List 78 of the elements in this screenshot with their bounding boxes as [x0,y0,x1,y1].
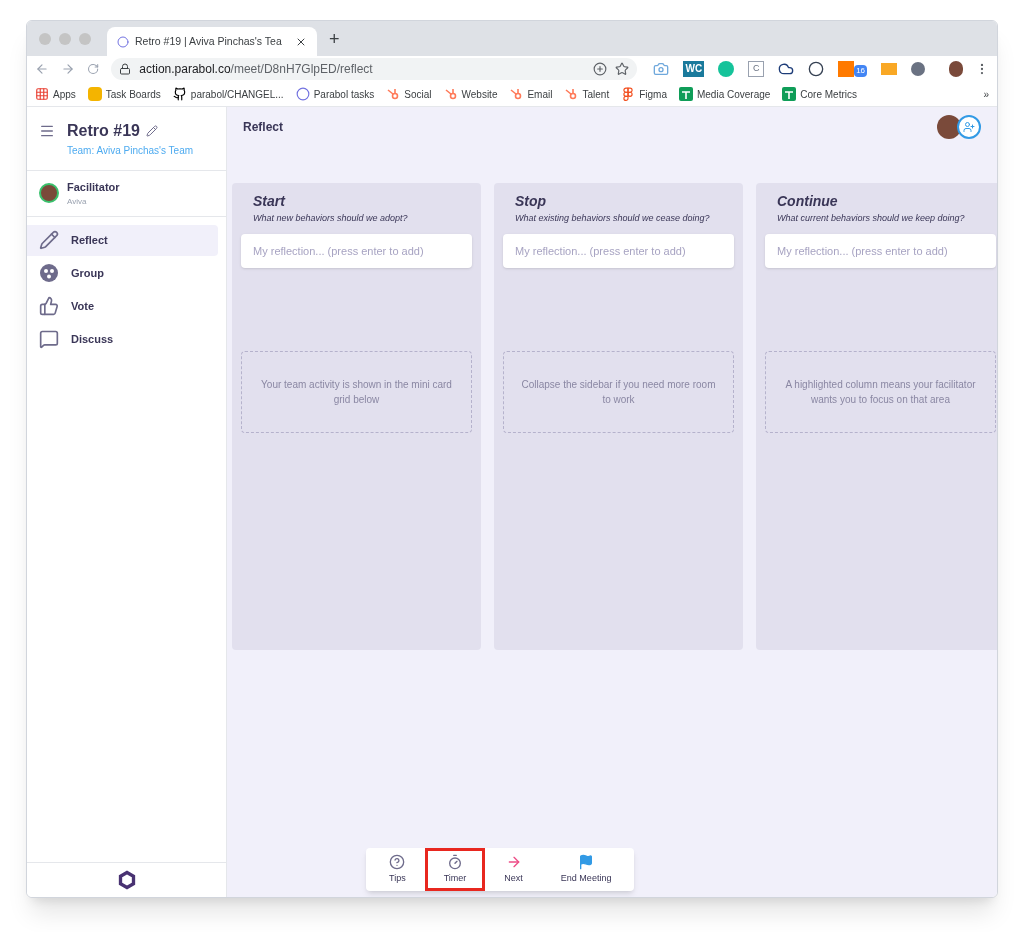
bookmark-link[interactable]: Parabol tasks [295,86,375,102]
bookmark-link[interactable]: Apps [35,86,76,102]
facilitator-name: Aviva [67,195,88,208]
url-text: action.parabol.co/meet/D8nH7GlpED/reflect [139,61,374,78]
tip-box: A highlighted column means your facilitator wants you to focus on that area [765,350,996,433]
extension-tile-icon[interactable] [838,61,855,77]
ring-logo-icon [117,35,129,48]
profile-avatar[interactable] [949,61,964,77]
ring-icon[interactable] [808,61,825,77]
figma-icon [621,87,636,101]
column-title: Start [253,192,287,211]
more-bookmarks[interactable]: » [983,86,989,102]
spreadsheet-icon [782,87,797,101]
column-prompt: What new behaviors should we adopt? [253,212,409,225]
new-tab-button[interactable]: + [329,29,340,48]
add-user-button[interactable] [957,115,981,139]
bookmark-link[interactable]: Media Coverage [678,86,771,102]
thumbs-icon [39,296,59,316]
toolbar-button[interactable]: Next [485,848,542,891]
calendar-extension[interactable]: C [748,61,765,77]
apps-grid-icon [35,87,49,101]
address-bar[interactable]: action.parabol.co/meet/D8nH7GlpED/reflect [111,58,638,80]
stopwatch-icon [447,853,463,870]
bookmark-link[interactable]: Core Metrics [782,86,857,102]
tip-box: Collapse the sidebar if you need more room to work [503,350,734,433]
ring-logo-icon [295,87,310,101]
nav-item[interactable]: Group [27,257,218,289]
tip-box: Your team activity is shown in the mini card grid below [241,350,472,433]
comment-icon [39,329,59,349]
bookmark-link[interactable]: Talent [564,86,610,102]
avatar [39,183,59,204]
column-prompt: What existing behaviors should we cease doing? [515,212,711,225]
meeting-title: Retro #19 [67,121,140,141]
raised-hands-icon [87,87,102,101]
browser-tab[interactable]: Retro #19 | Aviva Pinchas's Tea [107,27,317,56]
flag-icon [578,853,595,870]
logo-icon [116,870,137,890]
column-title: Continue [777,192,839,211]
help-icon [389,853,406,870]
extension-tile[interactable]: WC [683,61,705,77]
bookmark-link[interactable]: Figma [621,86,667,102]
cloud-icon[interactable] [778,61,795,77]
tab-title: Retro #19 | Aviva Pinchas's Tea [135,33,283,49]
pencil-icon[interactable] [145,125,158,137]
sprocket-icon [564,87,579,101]
sprocket-icon [386,87,401,101]
spreadsheet-icon [678,87,693,101]
nav-item[interactable]: Discuss [27,323,218,355]
toolbar-button[interactable]: Tips [370,848,425,891]
bookmark-link[interactable]: Task Boards [87,86,161,102]
count-badge: 16 [854,65,868,77]
pencil-icon [39,230,59,250]
bookmark-link[interactable]: Social [386,86,432,102]
column-prompt: What current behaviors should we keep doing? [777,212,966,225]
reflection-input[interactable]: My reflection... (press enter to add) [765,233,996,268]
toolbar-button[interactable]: Timer [424,848,486,891]
bookmark-link[interactable]: Website [443,86,498,102]
bookmark-star-icon[interactable] [615,62,630,76]
lock-icon [119,63,132,75]
toolbar-button[interactable]: End Meeting [541,848,631,891]
nav-item[interactable]: Vote [27,290,218,322]
sprocket-icon [509,87,524,101]
column-title: Stop [515,192,548,211]
bookmark-link[interactable]: Email [509,86,553,102]
reflection-input[interactable]: My reflection... (press enter to add) [503,233,734,268]
avatar [937,115,961,139]
reflection-input[interactable]: My reflection... (press enter to add) [241,233,472,268]
phase-title: Reflect [243,119,283,136]
camera-icon[interactable] [653,61,670,77]
menu-icon[interactable] [39,123,55,139]
facilitator-label: Facilitator [67,180,120,195]
sprocket-icon [443,87,458,101]
github-icon [172,87,187,101]
bookmark-link[interactable]: parabol/CHANGEL... [172,86,284,102]
add-circle-icon[interactable] [593,62,608,76]
add-user-icon [963,121,975,133]
group-icon [39,263,59,283]
nav-item[interactable]: Reflect [27,224,218,256]
